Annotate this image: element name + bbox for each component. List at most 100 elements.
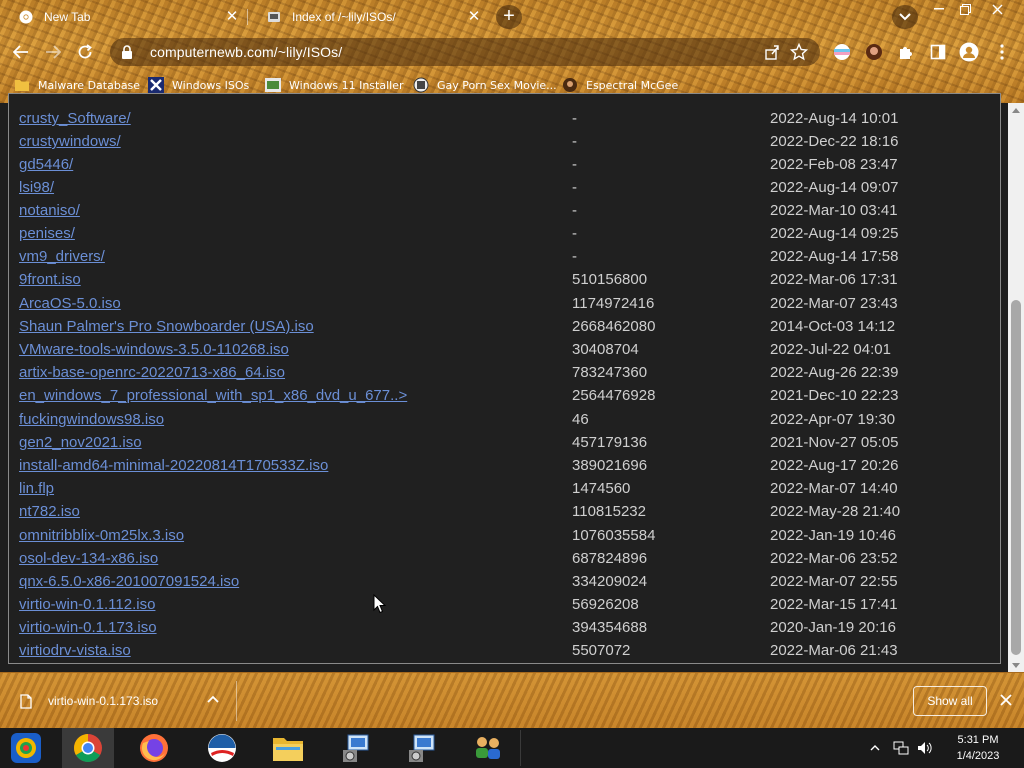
chrome-icon <box>18 9 34 25</box>
taskbar-chrome[interactable] <box>62 728 114 768</box>
extensions-puzzle-icon[interactable] <box>896 42 916 62</box>
file-link[interactable]: crustywindows/ <box>19 133 121 150</box>
file-link[interactable]: Shaun Palmer's Pro Snowboarder (USA).iso <box>19 318 314 335</box>
image-icon <box>265 77 281 93</box>
file-size: 389021696 <box>572 457 648 474</box>
file-link[interactable]: fuckingwindows98.iso <box>19 411 164 428</box>
table-row: artix-base-openrc-20220713-x86_64.iso 78… <box>19 364 999 386</box>
folder-icon <box>266 9 282 25</box>
tab-index-of-isos[interactable]: Index of /~lily/ISOs/ ✕ <box>248 0 490 34</box>
bookmark-label: Malware Database <box>38 78 141 92</box>
taskbar-firefox[interactable] <box>128 728 180 768</box>
url-text[interactable]: computernewb.com/~lily/ISOs/ <box>150 44 342 60</box>
taskbar-file-explorer[interactable] <box>262 728 314 768</box>
tray-overflow-icon[interactable] <box>866 728 884 768</box>
file-link[interactable]: install-amd64-minimal-20220814T170533Z.i… <box>19 457 328 474</box>
file-link[interactable]: virtiodrv-vista.iso <box>19 642 131 659</box>
bookmark-malware-database[interactable]: Malware Database <box>14 76 140 94</box>
file-link[interactable]: VMware-tools-windows-3.5.0-110268.iso <box>19 341 289 358</box>
scrollbar-thumb[interactable] <box>1011 300 1021 655</box>
network-setup-icon <box>409 734 435 762</box>
address-bar[interactable]: computernewb.com/~lily/ISOs/ <box>110 38 820 66</box>
taskbar-clock[interactable]: 5:31 PM 1/4/2023 <box>940 732 1016 764</box>
bookmark-star-icon[interactable] <box>790 43 808 61</box>
taskbar-network-setup[interactable] <box>330 728 382 768</box>
file-link[interactable]: gd5446/ <box>19 156 73 173</box>
file-size: 2668462080 <box>572 318 656 335</box>
file-link[interactable]: lsi98/ <box>19 179 54 196</box>
file-link[interactable]: vm9_drivers/ <box>19 248 105 265</box>
file-link[interactable]: omnitribblix-0m25lx.3.iso <box>19 527 184 544</box>
file-link[interactable]: nt782.iso <box>19 503 80 520</box>
file-date: 2022-Aug-14 09:25 <box>770 225 899 242</box>
download-separator <box>236 681 237 721</box>
file-link[interactable]: virtio-win-0.1.173.iso <box>19 619 157 636</box>
bookmark-espectral-mcgee[interactable]: Espectral McGee <box>562 76 678 94</box>
scroll-up-arrow-icon[interactable] <box>1008 103 1024 117</box>
show-all-button[interactable]: Show all <box>913 686 987 716</box>
close-window-button[interactable] <box>982 0 1012 18</box>
volume-tray-icon[interactable] <box>914 728 936 768</box>
lock-icon[interactable] <box>120 45 134 59</box>
tab-search-button[interactable] <box>892 5 918 29</box>
file-link[interactable]: virtio-win-0.1.112.iso <box>19 596 155 613</box>
bookmark-label: Windows ISOs <box>172 78 250 92</box>
file-link[interactable]: crusty_Software/ <box>19 110 131 127</box>
reload-button[interactable] <box>72 40 98 64</box>
side-panel-icon[interactable] <box>928 42 948 62</box>
menu-kebab-icon[interactable] <box>992 42 1012 62</box>
close-tab-icon[interactable]: ✕ <box>466 9 482 25</box>
file-link[interactable]: notaniso/ <box>19 202 80 219</box>
taskbar-obama-app[interactable] <box>196 728 248 768</box>
extension-flag-icon[interactable] <box>832 42 852 62</box>
taskbar-network-setup-2[interactable] <box>396 728 448 768</box>
start-icon <box>11 733 41 763</box>
file-date: 2022-Mar-10 03:41 <box>770 202 898 219</box>
share-icon[interactable] <box>764 44 780 60</box>
extension-avatar-icon[interactable] <box>864 42 884 62</box>
taskbar-users[interactable] <box>462 728 514 768</box>
file-link[interactable]: artix-base-openrc-20220713-x86_64.iso <box>19 364 285 381</box>
bookmark-windows-isos[interactable]: Windows ISOs <box>148 76 249 94</box>
file-link[interactable]: penises/ <box>19 225 75 242</box>
file-link[interactable]: gen2_nov2021.iso <box>19 434 142 451</box>
tab-new-tab[interactable]: New Tab ✕ <box>0 0 248 34</box>
file-date: 2022-Aug-14 10:01 <box>770 110 899 127</box>
file-link[interactable]: 9front.iso <box>19 271 81 288</box>
page-scrollbar[interactable] <box>1008 103 1024 672</box>
file-link[interactable]: lin.flp <box>19 480 54 497</box>
file-date: 2014-Oct-03 14:12 <box>770 318 896 335</box>
file-link[interactable]: osol-dev-134-x86.iso <box>19 550 158 567</box>
file-date: 2022-Jul-22 04:01 <box>770 341 891 358</box>
table-row: ArcaOS-5.0.iso 1174972416 2022-Mar-07 23… <box>19 295 999 317</box>
file-date: 2022-Mar-15 17:41 <box>770 596 898 613</box>
table-row: penises/ - 2022-Aug-14 09:25 <box>19 225 999 247</box>
file-link[interactable]: qnx-6.5.0-x86-201007091524.iso <box>19 573 239 590</box>
file-date: 2022-Mar-07 22:55 <box>770 573 898 590</box>
scroll-down-arrow-icon[interactable] <box>1008 658 1024 672</box>
file-date: 2022-Apr-07 19:30 <box>770 411 896 428</box>
start-button[interactable] <box>0 728 52 768</box>
page-viewport: crusty_Software/ - 2022-Aug-14 10:01 cru… <box>0 93 1024 672</box>
download-item[interactable]: virtio-win-0.1.173.iso <box>18 687 236 715</box>
network-tray-icon[interactable] <box>890 728 912 768</box>
folder-icon <box>14 77 30 93</box>
chevron-up-icon[interactable] <box>206 693 220 707</box>
close-tab-icon[interactable]: ✕ <box>224 9 240 25</box>
file-date: 2021-Nov-27 05:05 <box>770 434 899 451</box>
table-row: install-amd64-minimal-20220814T170533Z.i… <box>19 457 999 479</box>
forward-button[interactable] <box>40 40 66 64</box>
bookmark-gay-porn-sex-movie[interactable]: Gay Porn Sex Movie... <box>413 76 557 94</box>
new-tab-button[interactable]: + <box>496 5 522 29</box>
arrow-right-icon <box>46 45 61 59</box>
close-icon[interactable] <box>998 692 1014 708</box>
file-link[interactable]: en_windows_7_professional_with_sp1_x86_d… <box>19 387 407 404</box>
restore-button[interactable] <box>950 0 980 18</box>
file-link[interactable]: ArcaOS-5.0.iso <box>19 295 121 312</box>
bookmark-windows-11-installer[interactable]: Windows 11 Installer <box>265 76 404 94</box>
file-date: 2022-Mar-07 23:43 <box>770 295 898 312</box>
profile-icon[interactable] <box>959 42 979 62</box>
table-row: vm9_drivers/ - 2022-Aug-14 17:58 <box>19 248 999 270</box>
file-size: 457179136 <box>572 434 648 451</box>
back-button[interactable] <box>8 40 34 64</box>
